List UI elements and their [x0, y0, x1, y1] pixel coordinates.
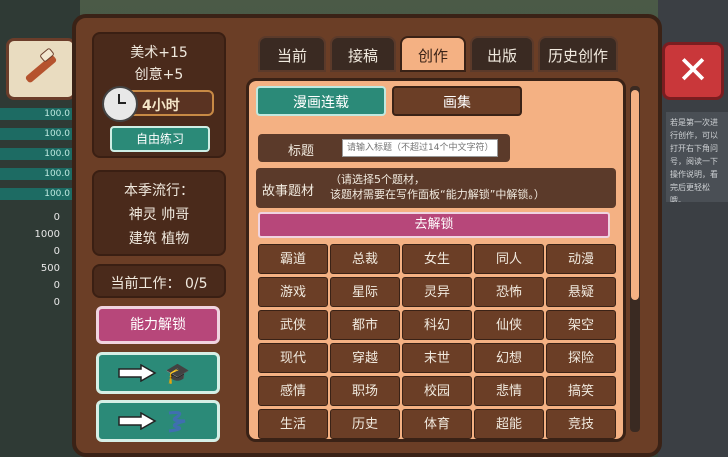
- stat-number: 0: [53, 280, 60, 291]
- story-hint-line-1: （请选择5个题材，: [330, 173, 425, 186]
- scrollbar-thumb[interactable]: [631, 90, 639, 300]
- help-note: 若是第一次进行创作，可以打开右下角问号，阅读一下操作说明，看完后更轻松哦。: [666, 112, 728, 202]
- genre-button[interactable]: 游戏: [258, 277, 328, 307]
- genre-button[interactable]: 科幻: [402, 310, 472, 340]
- story-theme-label: 故事题材: [262, 184, 315, 199]
- tab-0[interactable]: 当前: [258, 36, 326, 72]
- title-input[interactable]: [342, 139, 498, 157]
- genre-button[interactable]: 同人: [474, 244, 544, 274]
- stat-bar: 100.0: [0, 108, 74, 120]
- genre-button[interactable]: 生活: [258, 409, 328, 439]
- genre-button[interactable]: 体育: [402, 409, 472, 439]
- stat-bar: 100.0: [0, 148, 74, 160]
- genre-button[interactable]: 超能: [474, 409, 544, 439]
- tab-1[interactable]: 接稿: [330, 36, 396, 72]
- subtab-manga[interactable]: 漫画连载: [256, 86, 386, 116]
- bonus-creativity: 创意+5: [134, 67, 184, 83]
- current-work-count: 当前工作： 0/5: [110, 276, 208, 292]
- work-count-card: 当前工作： 0/5: [92, 264, 226, 298]
- graduation-cap-icon: 🎓: [165, 361, 190, 385]
- go-study-button[interactable]: 🎓: [96, 352, 220, 394]
- trend-title: 本季流行：: [124, 183, 194, 199]
- story-hint-line-2: 该题材需要在写作面板“能力解锁”中解锁。）: [330, 188, 545, 201]
- genre-button[interactable]: 架空: [546, 310, 616, 340]
- go-spring-button[interactable]: [96, 400, 220, 442]
- trend-card: 本季流行： 神灵 帅哥 建筑 植物: [92, 170, 226, 256]
- genre-button[interactable]: 穿越: [330, 343, 400, 373]
- genre-button[interactable]: 恐怖: [474, 277, 544, 307]
- genre-button[interactable]: 动漫: [546, 244, 616, 274]
- stat-bar: 100.0: [0, 188, 74, 200]
- genre-button[interactable]: 女生: [402, 244, 472, 274]
- genre-button[interactable]: 灵异: [402, 277, 472, 307]
- title-row: 标题: [258, 134, 510, 162]
- tab-3[interactable]: 出版: [470, 36, 534, 72]
- trend-line-1: 神灵 帅哥: [128, 207, 190, 223]
- genre-button[interactable]: 现代: [258, 343, 328, 373]
- stat-bar: 100.0: [0, 168, 74, 180]
- story-theme-hint: （请选择5个题材， 该题材需要在写作面板“能力解锁”中解锁。）: [330, 172, 545, 202]
- stat-number: 1000: [34, 229, 60, 240]
- stat-number: 500: [40, 263, 60, 274]
- genre-button[interactable]: 竞技: [546, 409, 616, 439]
- genre-button[interactable]: 仙侠: [474, 310, 544, 340]
- spring-icon: [168, 411, 186, 433]
- tab-2[interactable]: 创作: [400, 36, 466, 72]
- genre-button[interactable]: 职场: [330, 376, 400, 406]
- genre-button[interactable]: 悬疑: [546, 277, 616, 307]
- genre-button[interactable]: 末世: [402, 343, 472, 373]
- trend-line-2: 建筑 植物: [128, 231, 190, 247]
- bonus-art: 美术+15: [130, 45, 188, 61]
- brush-tool-icon[interactable]: [6, 38, 76, 100]
- genre-button[interactable]: 搞笑: [546, 376, 616, 406]
- bonus-card: 美术+15 创意+5 4小时 自由练习: [92, 32, 226, 158]
- genre-button[interactable]: 感情: [258, 376, 328, 406]
- genre-button[interactable]: 校园: [402, 376, 472, 406]
- stat-number: 0: [53, 246, 60, 257]
- ability-unlock-button[interactable]: 能力解锁: [96, 306, 220, 344]
- story-theme-row: 故事题材 （请选择5个题材， 该题材需要在写作面板“能力解锁”中解锁。）: [256, 168, 616, 208]
- title-label: 标题: [288, 144, 315, 159]
- stat-number: 0: [53, 212, 60, 223]
- genre-button[interactable]: 星际: [330, 277, 400, 307]
- time-value: 4小时: [142, 98, 180, 114]
- stat-number: 0: [53, 297, 60, 308]
- go-unlock-button[interactable]: 去解锁: [258, 212, 610, 238]
- arrow-right-icon: [118, 412, 157, 430]
- close-button[interactable]: ✕: [662, 42, 724, 100]
- clock-icon: [102, 86, 138, 122]
- genre-button[interactable]: 悲情: [474, 376, 544, 406]
- genre-button[interactable]: 历史: [330, 409, 400, 439]
- genre-button[interactable]: 总裁: [330, 244, 400, 274]
- genre-button[interactable]: 霸道: [258, 244, 328, 274]
- free-practice-button[interactable]: 自由练习: [110, 126, 210, 152]
- genre-button[interactable]: 探险: [546, 343, 616, 373]
- genre-button[interactable]: 幻想: [474, 343, 544, 373]
- scrollbar[interactable]: [630, 86, 640, 432]
- time-cost: 4小时: [102, 86, 214, 122]
- genre-button[interactable]: 都市: [330, 310, 400, 340]
- arrow-right-icon: [118, 364, 157, 382]
- tab-4[interactable]: 历史创作: [538, 36, 618, 72]
- subtab-album[interactable]: 画集: [392, 86, 522, 116]
- genre-button[interactable]: 武侠: [258, 310, 328, 340]
- stat-bar: 100.0: [0, 128, 74, 140]
